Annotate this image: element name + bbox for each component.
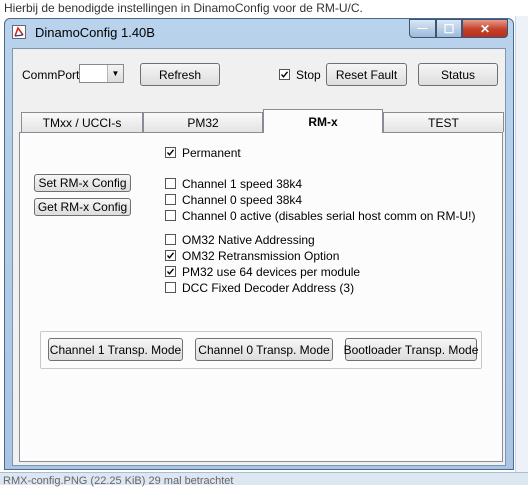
checkmark-icon	[166, 268, 175, 275]
stop-checkbox[interactable]	[279, 69, 290, 80]
minimize-button[interactable]: —	[409, 19, 436, 38]
bootloader-transp-mode-button[interactable]: Bootloader Transp. Mode	[344, 338, 478, 361]
om32-retransmission-checkbox[interactable]	[165, 250, 176, 261]
status-button[interactable]: Status	[418, 63, 498, 86]
checkmark-icon	[166, 252, 175, 259]
chevron-down-icon[interactable]: ▼	[107, 65, 123, 82]
tab-test[interactable]: TEST	[383, 112, 504, 132]
app-window: DinamoConfig 1.40B — ☐ ✕ CommPort ▼ Refr…	[4, 18, 514, 470]
set-rm-x-config-button[interactable]: Set RM-x Config	[34, 174, 131, 192]
channel1-speed-label: Channel 1 speed 38k4	[182, 177, 303, 191]
title-bar[interactable]: DinamoConfig 1.40B — ☐ ✕	[5, 19, 513, 47]
stop-label: Stop	[296, 68, 321, 82]
om32-native-addressing-label: OM32 Native Addressing	[182, 233, 315, 247]
checkmark-icon	[280, 71, 289, 78]
close-button[interactable]: ✕	[462, 19, 508, 38]
maximize-button[interactable]: ☐	[436, 19, 462, 38]
app-icon[interactable]	[12, 25, 26, 39]
rm-x-tab-panel: Permanent Set RM-x Config Get RM-x Confi…	[19, 132, 503, 462]
minimize-icon: —	[417, 22, 428, 34]
maximize-icon: ☐	[443, 21, 455, 36]
dcc-fixed-decoder-checkbox[interactable]	[165, 282, 176, 293]
permanent-label: Permanent	[182, 146, 241, 160]
reset-fault-button[interactable]: Reset Fault	[326, 63, 407, 86]
pm32-64-devices-label: PM32 use 64 devices per module	[182, 265, 361, 279]
checkmark-icon	[166, 149, 175, 156]
om32-retransmission-label: OM32 Retransmission Option	[182, 249, 340, 263]
permanent-checkbox[interactable]	[165, 147, 176, 158]
channel0-active-checkbox[interactable]	[165, 210, 176, 221]
channel1-speed-checkbox[interactable]	[165, 178, 176, 189]
refresh-button[interactable]: Refresh	[140, 63, 220, 86]
channel0-transp-mode-button[interactable]: Channel 0 Transp. Mode	[195, 338, 333, 361]
client-area: CommPort ▼ Refresh Stop Reset Fault Stat…	[12, 48, 506, 466]
tab-rm-x[interactable]: RM-x	[263, 109, 383, 133]
page-scroll-strip	[515, 16, 528, 472]
close-icon: ✕	[479, 21, 491, 36]
attachment-caption: RMX-config.PNG (22.25 KiB) 29 mal betrac…	[3, 475, 234, 487]
pm32-64-devices-checkbox[interactable]	[165, 266, 176, 277]
commport-select[interactable]: ▼	[79, 64, 124, 83]
window-title: DinamoConfig 1.40B	[35, 25, 155, 40]
channel0-speed-checkbox[interactable]	[165, 194, 176, 205]
get-rm-x-config-button[interactable]: Get RM-x Config	[34, 198, 131, 216]
om32-native-addressing-checkbox[interactable]	[165, 234, 176, 245]
channel0-speed-label: Channel 0 speed 38k4	[182, 193, 303, 207]
channel0-active-label: Channel 0 active (disables serial host c…	[182, 209, 476, 223]
dcc-fixed-decoder-label: DCC Fixed Decoder Address (3)	[182, 281, 355, 295]
forum-caption: Hierbij de benodigde instellingen in Din…	[4, 1, 363, 15]
tab-tmxx-ucci[interactable]: TMxx / UCCI-s	[21, 112, 143, 132]
commport-label: CommPort	[22, 68, 80, 82]
channel1-transp-mode-button[interactable]: Channel 1 Transp. Mode	[48, 338, 183, 361]
tab-pm32[interactable]: PM32	[143, 112, 263, 132]
